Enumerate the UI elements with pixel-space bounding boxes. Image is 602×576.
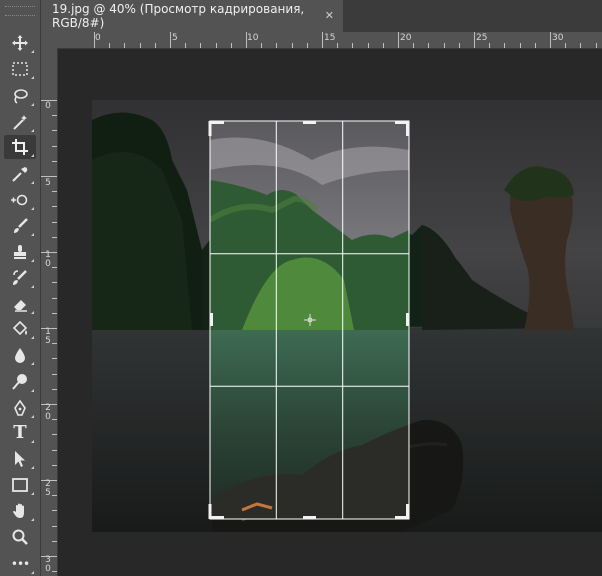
brush-tool[interactable] — [4, 214, 36, 238]
ruler-label: 0 — [45, 101, 51, 111]
ruler-label: 30 — [552, 33, 564, 43]
document-tab[interactable]: 19.jpg @ 40% (Просмотр кадрирования, RGB… — [41, 0, 343, 32]
rectangle-tool[interactable] — [4, 473, 36, 497]
ruler-label: 25 — [476, 33, 488, 43]
drop-icon — [15, 348, 25, 363]
rectangle-icon — [12, 478, 28, 492]
ruler-label: 0 — [95, 33, 101, 43]
type-tool[interactable]: T — [4, 421, 36, 445]
clone-stamp-tool[interactable] — [4, 240, 36, 264]
zoom-tool[interactable] — [4, 525, 36, 549]
healing-icon — [11, 194, 28, 206]
lasso-icon — [14, 89, 28, 104]
paint-bucket-tool[interactable] — [4, 317, 36, 341]
ruler-corner[interactable] — [41, 32, 58, 48]
eraser-icon — [14, 300, 27, 312]
tab-bar: 19.jpg @ 40% (Просмотр кадрирования, RGB… — [41, 0, 602, 32]
ruler-label: 20 — [400, 33, 412, 43]
eraser-tool[interactable] — [4, 292, 36, 316]
move-icon — [12, 35, 28, 51]
pen-tool[interactable] — [4, 396, 36, 420]
magic-wand-icon — [13, 115, 27, 130]
rect-marquee-icon — [12, 62, 28, 76]
ruler-label: 5 — [45, 178, 51, 188]
marquee-tool[interactable] — [4, 57, 36, 81]
blur-tool[interactable] — [4, 343, 36, 367]
magic-wand-tool[interactable] — [4, 110, 36, 134]
document-image[interactable] — [92, 100, 602, 532]
bucket-icon — [12, 320, 28, 336]
ruler-label: 15 — [324, 33, 336, 43]
crop-tool[interactable] — [4, 135, 36, 159]
close-icon[interactable]: ✕ — [325, 9, 334, 22]
ruler-label: 10 — [247, 33, 259, 43]
stamp-icon — [14, 245, 26, 259]
lasso-tool[interactable] — [4, 84, 36, 108]
arrow-icon — [15, 451, 25, 467]
zoom-icon — [12, 529, 28, 545]
ruler-label: 2 5 — [45, 479, 51, 498]
pen-icon — [14, 399, 26, 416]
eyedropper-icon — [12, 167, 28, 182]
document-tab-title: 19.jpg @ 40% (Просмотр кадрирования, RGB… — [52, 2, 305, 30]
ruler-vertical[interactable]: 0 5 1 0 1 5 2 0 2 5 3 0 — [41, 48, 58, 576]
ruler-label: 5 — [172, 33, 178, 43]
ruler-label: 1 5 — [45, 327, 51, 346]
more-icon: ••• — [10, 557, 30, 571]
tools-panel: T ••• — [0, 0, 41, 576]
history-brush-tool[interactable] — [4, 266, 36, 290]
path-selection-tool[interactable] — [4, 447, 36, 471]
crop-icon — [12, 139, 28, 155]
ruler-label: 2 0 — [45, 403, 51, 422]
history-brush-icon — [13, 270, 27, 285]
hand-tool[interactable] — [4, 499, 36, 523]
ruler-label: 1 0 — [45, 250, 51, 269]
move-tool[interactable] — [4, 31, 36, 55]
canvas-area[interactable] — [58, 49, 602, 576]
dodge-tool[interactable] — [4, 370, 36, 394]
ruler-label: 3 0 — [45, 555, 51, 574]
eyedropper-tool[interactable] — [4, 162, 36, 186]
brush-icon — [14, 218, 28, 233]
more-tools[interactable]: ••• — [4, 552, 36, 576]
type-icon: T — [13, 422, 27, 443]
ruler-horizontal[interactable]: 0 5 10 15 20 25 30 — [58, 32, 602, 49]
dodge-icon — [12, 374, 27, 390]
hand-icon — [13, 503, 24, 518]
spot-healing-tool[interactable] — [4, 188, 36, 212]
panel-grip[interactable] — [5, 6, 35, 16]
